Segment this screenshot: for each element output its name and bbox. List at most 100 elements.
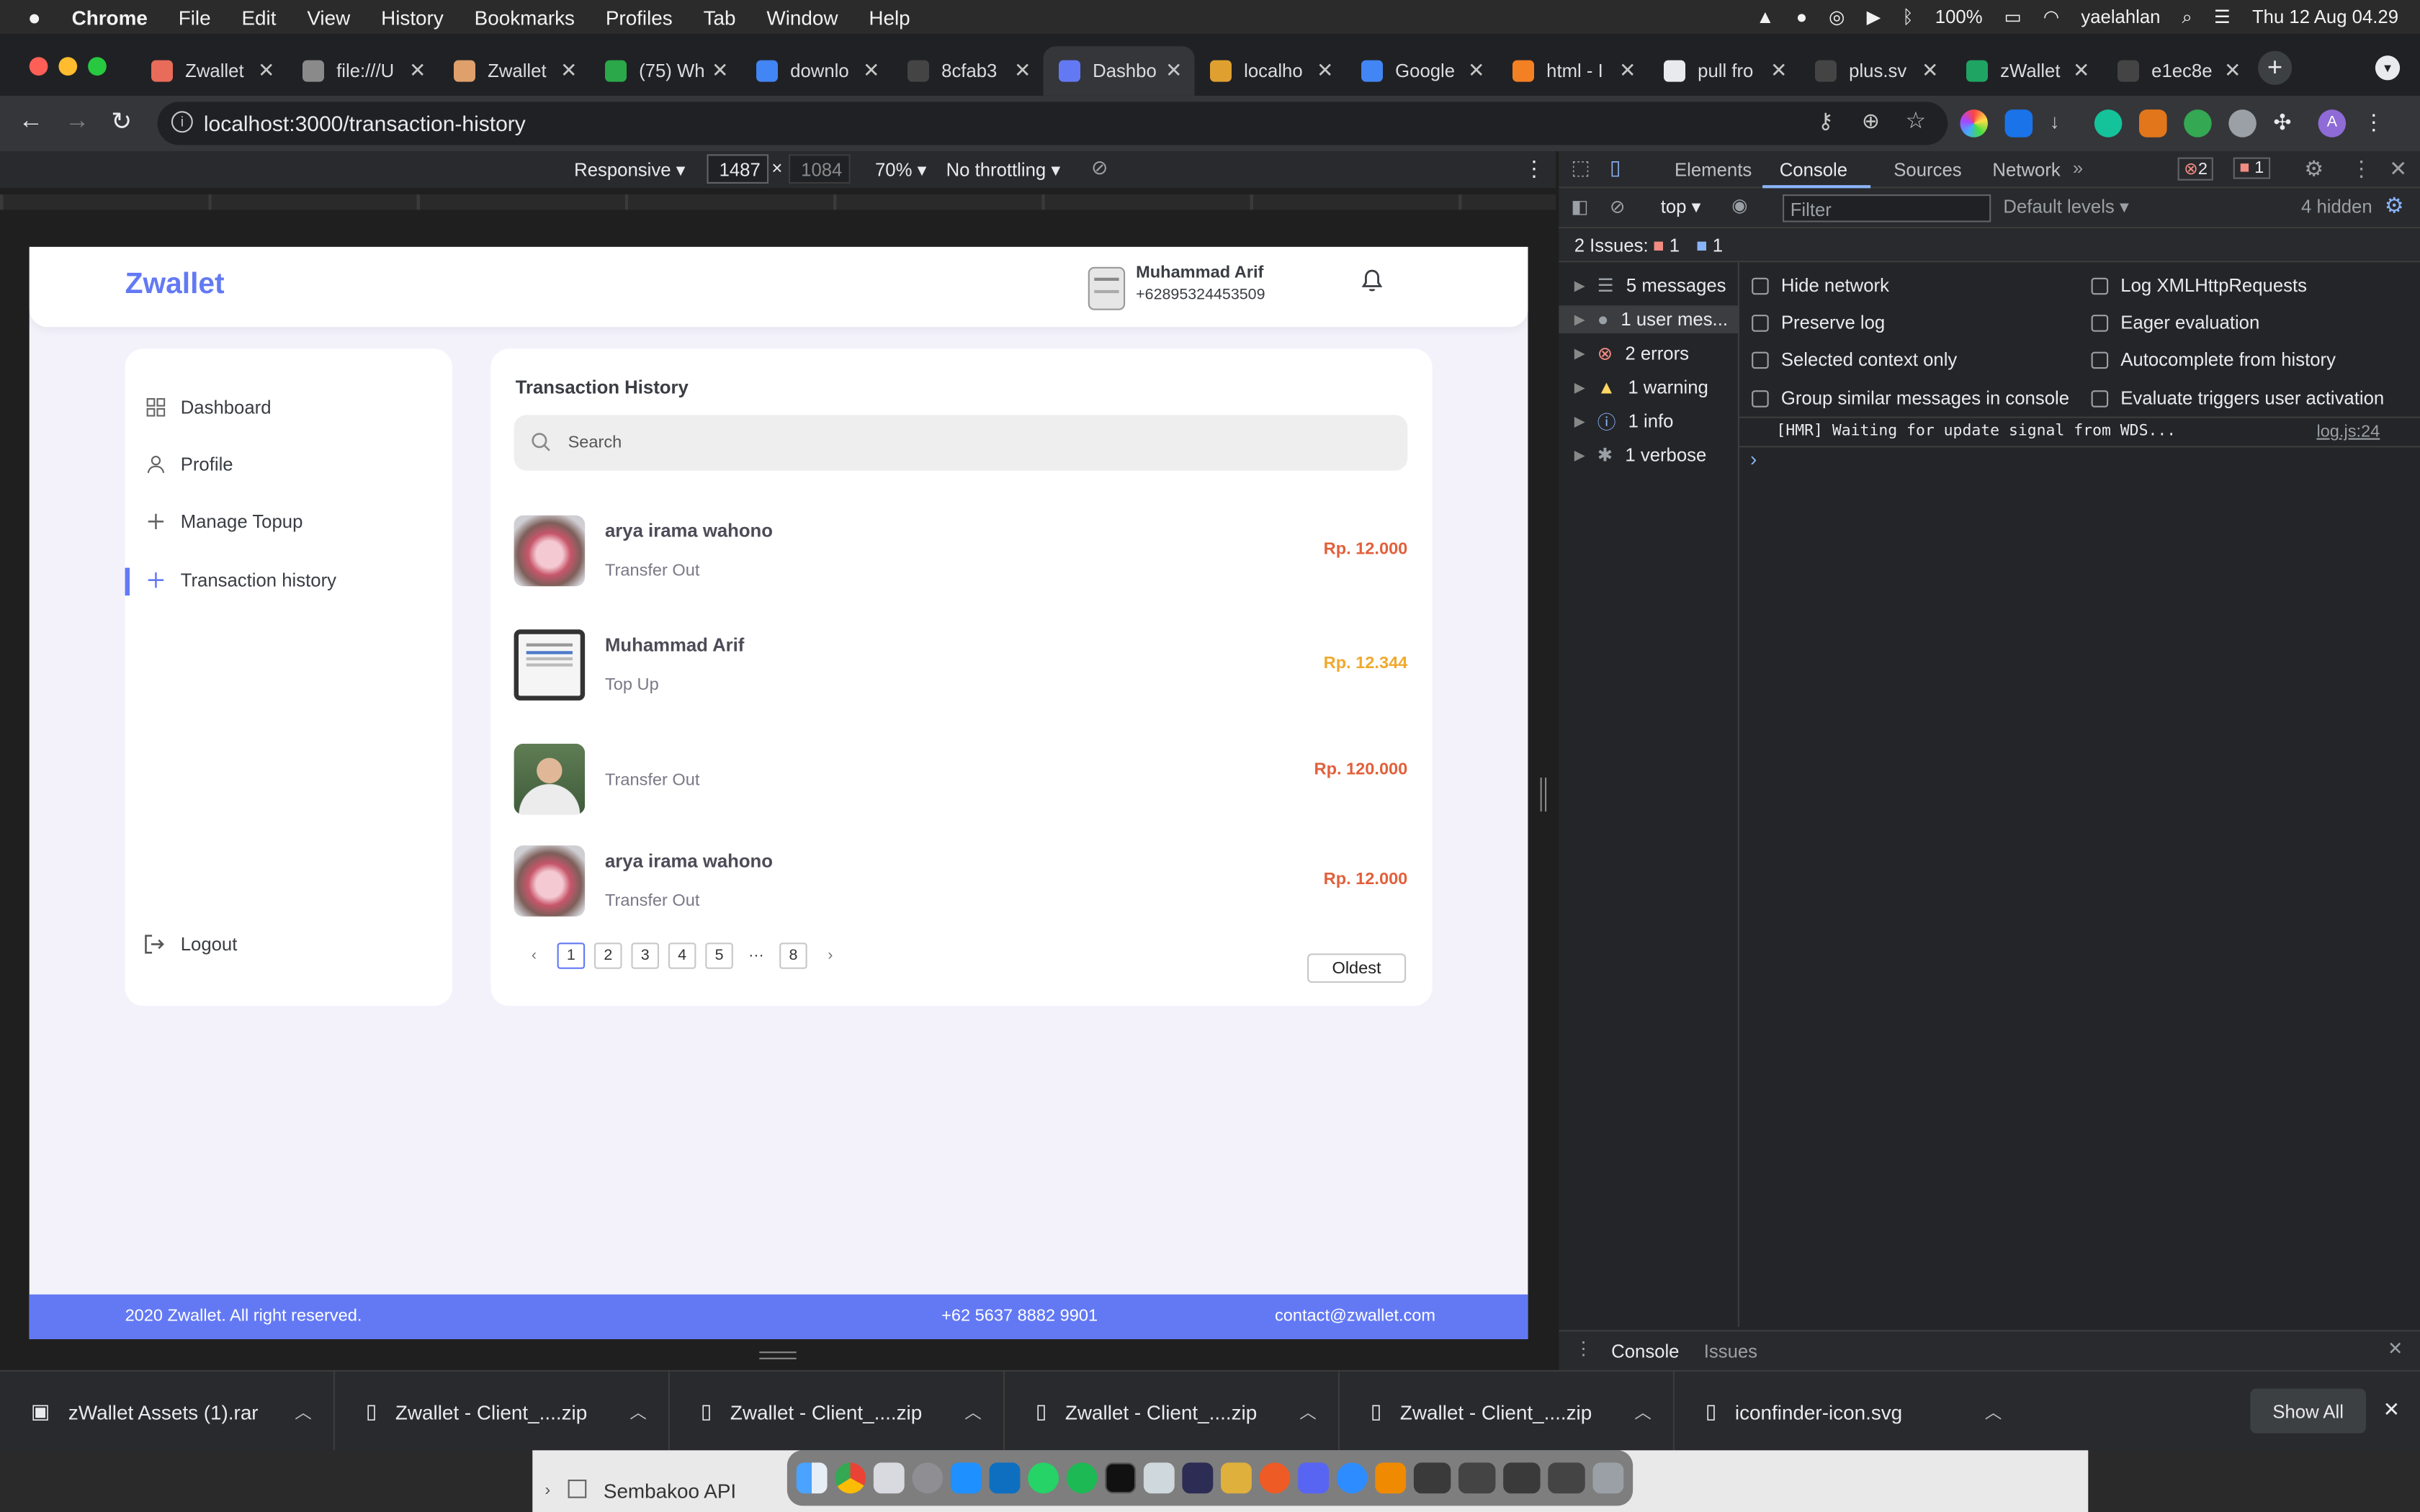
page-button-2[interactable]: 2 — [594, 942, 622, 969]
tab-close-icon[interactable]: ✕ — [2073, 58, 2089, 83]
transaction-row[interactable]: Transfer Out Rp. 120.000 — [514, 743, 1407, 821]
menu-edit[interactable]: Edit — [241, 6, 276, 29]
tab-close-icon[interactable]: ✕ — [1619, 58, 1636, 83]
tab-close-icon[interactable]: ✕ — [258, 58, 274, 83]
throttling-dropdown[interactable]: No throttling ▾ — [946, 159, 1061, 181]
log-levels-dropdown[interactable]: Default levels ▾ — [2003, 196, 2128, 217]
window-thumbnail-icon[interactable] — [1458, 1462, 1496, 1494]
site-info-icon[interactable]: i — [171, 111, 193, 133]
menubar-user[interactable]: yaelahlan — [2081, 6, 2160, 28]
search-input[interactable]: Search — [514, 415, 1408, 471]
tab-close-icon[interactable]: ✕ — [1770, 58, 1787, 83]
footer-email[interactable]: contact@zwallet.com — [1275, 1307, 1435, 1326]
rotate-icon[interactable]: ⊘ — [1091, 156, 1108, 180]
viewport-resize-handle[interactable] — [1540, 778, 1547, 812]
discord-icon[interactable] — [1298, 1462, 1329, 1494]
drawer-tab-console[interactable]: Console — [1611, 1341, 1679, 1362]
zoom-dropdown[interactable]: 70% ▾ — [875, 159, 927, 181]
finder-icon[interactable] — [796, 1462, 828, 1494]
battery-icon[interactable]: ▭ — [2004, 6, 2022, 28]
sidebar-verbose[interactable]: ▶ ✱ 1 verbose — [1574, 441, 1707, 469]
trash-icon[interactable] — [1592, 1462, 1624, 1494]
menu-history[interactable]: History — [381, 6, 444, 29]
show-all-downloads-button[interactable]: Show All — [2250, 1388, 2366, 1434]
page-button-1[interactable]: 1 — [557, 942, 586, 969]
whatsapp-icon[interactable] — [1028, 1462, 1059, 1494]
wifi-icon[interactable]: ◠ — [2043, 6, 2059, 28]
tab-close-icon[interactable]: ✕ — [409, 58, 426, 83]
inspect-element-icon[interactable]: ⬚ — [1571, 156, 1590, 180]
terminal-icon[interactable] — [1105, 1462, 1137, 1494]
close-window-button[interactable] — [29, 57, 48, 76]
zoom-app-icon[interactable] — [1336, 1462, 1368, 1494]
forward-icon[interactable]: → — [65, 108, 89, 136]
settings-icon[interactable] — [912, 1462, 944, 1494]
menu-bookmarks[interactable]: Bookmarks — [475, 6, 575, 29]
transaction-row[interactable]: arya irama wahono Transfer Out Rp. 12.00… — [514, 845, 1407, 922]
tab-item[interactable]: zWallet ✕ — [1951, 46, 2102, 96]
play-status-icon[interactable]: ▶ — [1867, 6, 1881, 28]
chevron-up-icon[interactable]: ︿ — [1985, 1400, 2002, 1424]
tab-network[interactable]: Network — [1992, 159, 2060, 181]
evaluate-triggers-checkbox[interactable]: Evaluate triggers user activation — [2091, 387, 2384, 409]
back-icon[interactable]: ← — [19, 108, 43, 136]
postman-icon[interactable] — [1259, 1462, 1291, 1494]
chevron-up-icon[interactable]: ︿ — [629, 1400, 647, 1424]
sidebar-toggle-icon[interactable]: ◧ — [1571, 196, 1588, 217]
error-count-badge[interactable]: ⊗2 — [2177, 157, 2214, 181]
drawer-tab-issues[interactable]: Issues — [1704, 1341, 1757, 1362]
download-item[interactable]: ▯ Zwallet - Client_....zip ︿ — [670, 1372, 1005, 1452]
tab-item[interactable]: file:///U ✕ — [287, 46, 439, 96]
menu-profiles[interactable]: Profiles — [606, 6, 673, 29]
tab-item[interactable]: downlo ✕ — [741, 46, 892, 96]
zoom-window-button[interactable] — [88, 57, 107, 76]
battery-percent[interactable]: 100% — [1935, 6, 1983, 28]
sidebar-errors[interactable]: ▶ ⊗ 2 errors — [1574, 339, 1689, 367]
sidebar-messages[interactable]: ▶ ☰ 5 messages — [1574, 271, 1726, 300]
tab-item[interactable]: Zwallet ✕ — [136, 46, 287, 96]
tab-item[interactable]: plus.sv ✕ — [1800, 46, 1951, 96]
more-tabs-icon[interactable]: » — [2073, 158, 2083, 179]
bookmark-star-icon[interactable]: ☆ — [1905, 107, 1926, 134]
hide-network-checkbox[interactable]: Hide network — [1752, 274, 1889, 296]
color-picker-extension-icon[interactable] — [1960, 109, 1988, 138]
tab-close-icon[interactable]: ✕ — [1317, 58, 1333, 83]
menu-file[interactable]: File — [179, 6, 211, 29]
tab-search-icon[interactable]: ▾ — [2375, 55, 2401, 81]
tab-item[interactable]: e1ec8e ✕ — [2102, 46, 2254, 96]
preserve-log-checkbox[interactable]: Preserve log — [1752, 312, 1885, 333]
sort-oldest-button[interactable]: Oldest — [1307, 953, 1407, 983]
new-tab-button[interactable]: + — [2258, 50, 2293, 85]
chevron-up-icon[interactable]: ︿ — [295, 1400, 312, 1424]
sidebar-warnings[interactable]: ▶ ▲ 1 warning — [1574, 374, 1708, 402]
eager-evaluation-checkbox[interactable]: Eager evaluation — [2091, 312, 2259, 333]
download-item[interactable]: ▯ iconfinder-icon.svg ︿ — [1675, 1372, 2023, 1452]
download-item[interactable]: ▯ Zwallet - Client_....zip ︿ — [1005, 1372, 1340, 1452]
sidebar-item-manage-topup[interactable]: Manage Topup — [147, 506, 302, 537]
bottom-resize-handle[interactable] — [759, 1351, 797, 1359]
metamask-extension-icon[interactable] — [2139, 109, 2167, 138]
tab-close-icon[interactable]: ✕ — [1468, 58, 1484, 83]
console-filter-input[interactable]: Filter — [1783, 194, 1991, 222]
grammarly-extension-icon[interactable] — [2094, 109, 2123, 138]
tab-item[interactable]: (75) Wh ✕ — [590, 46, 741, 96]
group-similar-checkbox[interactable]: Group similar messages in console — [1752, 387, 2069, 409]
live-expression-eye-icon[interactable]: ◉ — [1731, 194, 1747, 216]
tab-item[interactable]: html - I ✕ — [1497, 46, 1649, 96]
brand-logo[interactable]: Zwallet — [125, 269, 225, 302]
extensions-puzzle-icon[interactable]: ✣ — [2273, 109, 2301, 138]
address-bar[interactable]: i localhost:3000/transaction-history ⚷ ⊕… — [157, 102, 1948, 145]
tab-close-icon[interactable]: ✕ — [1922, 58, 1938, 83]
preview-icon[interactable] — [1143, 1462, 1175, 1494]
tab-item[interactable]: pull fro ✕ — [1649, 46, 1800, 96]
console-log-source-link[interactable]: log.js:24 — [2316, 423, 2380, 441]
vpn-extension-icon[interactable] — [2228, 109, 2257, 138]
tab-close-icon[interactable]: ✕ — [1014, 58, 1031, 83]
zoom-icon[interactable]: ⊕ — [1862, 108, 1880, 134]
profile-avatar-icon[interactable]: A — [2318, 109, 2347, 138]
device-width-input[interactable]: 1487 — [707, 154, 769, 184]
issues-bar[interactable]: 2 Issues: ■ 1 ■ 1 — [1559, 228, 2420, 263]
device-toolbar-toggle-icon[interactable]: ▯ — [1610, 156, 1621, 180]
chevron-up-icon[interactable]: ︿ — [1299, 1400, 1317, 1424]
menubar-clock[interactable]: Thu 12 Aug 04.29 — [2252, 6, 2398, 28]
